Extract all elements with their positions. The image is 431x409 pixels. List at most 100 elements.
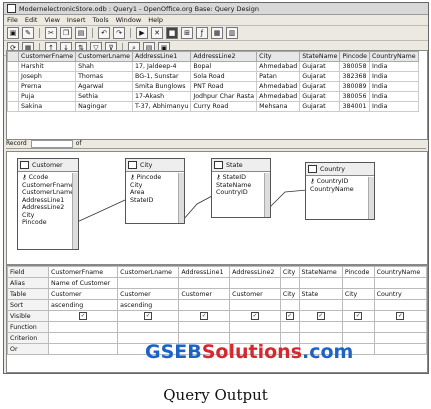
- criteria-cell[interactable]: [47, 343, 119, 355]
- table-cell[interactable]: Agarwal: [75, 81, 134, 92]
- table-country[interactable]: Country CountryIDCountryName: [305, 162, 375, 220]
- menu-insert[interactable]: Insert: [67, 16, 86, 24]
- criteria-cell[interactable]: [341, 321, 375, 333]
- table-row[interactable]: Puja Sethia 17-Akash Jodhpur Char Rasta Ahme…: [7, 91, 419, 102]
- table-field[interactable]: CountryID: [306, 178, 374, 186]
- row-selector[interactable]: [7, 101, 19, 112]
- table-cell[interactable]: Gujarat: [299, 71, 341, 82]
- copy-icon[interactable]: ❐: [60, 27, 72, 39]
- table-field[interactable]: CustomerLname: [18, 189, 78, 197]
- redo-icon[interactable]: ↷: [113, 27, 125, 39]
- visible-checkbox[interactable]: ✓: [354, 312, 363, 320]
- run-query-icon[interactable]: ▶: [136, 27, 148, 39]
- criteria-cell[interactable]: [298, 277, 343, 289]
- criteria-cell[interactable]: ascending: [117, 299, 180, 311]
- design-view-icon[interactable]: ■: [166, 27, 178, 39]
- function-icon[interactable]: ƒ: [196, 27, 208, 39]
- criteria-cell[interactable]: [47, 332, 119, 344]
- criteria-cell[interactable]: CustomerFname: [47, 266, 119, 278]
- table-cell[interactable]: Bopal: [190, 61, 258, 72]
- table-cell[interactable]: Gujarat: [299, 91, 341, 102]
- table-row[interactable]: Sakina Nagingar T-37, Abhimanyu Curry Road M…: [7, 101, 419, 112]
- table-field[interactable]: Pincode: [126, 174, 184, 182]
- criteria-cell[interactable]: Name of Customer: [47, 277, 119, 289]
- table-cell[interactable]: India: [369, 71, 419, 82]
- table-cell[interactable]: India: [369, 101, 419, 112]
- criteria-cell[interactable]: Customer: [229, 288, 281, 300]
- criteria-cell[interactable]: Customer: [47, 288, 119, 300]
- scrollbar[interactable]: [72, 173, 78, 249]
- table-city-header[interactable]: City: [126, 159, 184, 172]
- table-cell[interactable]: 380089: [339, 81, 371, 92]
- criteria-cell[interactable]: [117, 321, 180, 333]
- column-header[interactable]: Pincode: [339, 51, 371, 62]
- table-cell[interactable]: 380058: [339, 61, 371, 72]
- table-field[interactable]: AddressLine1: [18, 197, 78, 205]
- criteria-cell[interactable]: [279, 321, 300, 333]
- criteria-cell[interactable]: City: [341, 288, 375, 300]
- table-row[interactable]: Harshit Shah 17, Jaldeep-4 Bopal Ahmedabad Gu…: [7, 61, 419, 72]
- table-state-header[interactable]: State: [212, 159, 270, 172]
- table-cell[interactable]: Ahmedabad: [256, 91, 301, 102]
- table-customer[interactable]: Customer CcodeCustomerFnameCustomerLname…: [17, 158, 79, 250]
- edit-icon[interactable]: ✎: [22, 27, 34, 39]
- column-header[interactable]: City: [256, 51, 301, 62]
- visible-checkbox[interactable]: ✓: [200, 312, 209, 320]
- table-country-header[interactable]: Country: [306, 163, 374, 176]
- criteria-cell[interactable]: [341, 299, 375, 311]
- alias-icon[interactable]: ▥: [226, 27, 238, 39]
- table-cell[interactable]: 17, Jaldeep-4: [132, 61, 192, 72]
- criteria-cell[interactable]: AddressLine2: [229, 266, 281, 278]
- criteria-cell[interactable]: [373, 299, 427, 311]
- table-cell[interactable]: Thomas: [75, 71, 134, 82]
- undo-icon[interactable]: ↶: [98, 27, 110, 39]
- menu-view[interactable]: View: [44, 16, 59, 24]
- row-selector[interactable]: [7, 61, 19, 72]
- criteria-cell[interactable]: [373, 321, 427, 333]
- menu-help[interactable]: Help: [148, 16, 163, 24]
- table-cell[interactable]: 380056: [339, 91, 371, 102]
- table-cell[interactable]: 17-Akash: [132, 91, 192, 102]
- criteria-cell[interactable]: [298, 299, 343, 311]
- scrollbar[interactable]: [368, 177, 374, 219]
- table-field[interactable]: City: [18, 212, 78, 220]
- cut-icon[interactable]: ✂: [45, 27, 57, 39]
- criteria-cell[interactable]: [279, 299, 300, 311]
- criteria-cell[interactable]: CountryName: [373, 266, 427, 278]
- menu-tools[interactable]: Tools: [93, 16, 109, 24]
- criteria-cell[interactable]: [178, 277, 231, 289]
- clear-query-icon[interactable]: ✕: [151, 27, 163, 39]
- table-field[interactable]: AddressLine2: [18, 204, 78, 212]
- criteria-cell[interactable]: Pincode: [341, 266, 375, 278]
- table-state[interactable]: State StateIDStateNameCountryID: [211, 158, 271, 218]
- table-field[interactable]: StateID: [212, 174, 270, 182]
- save-icon[interactable]: ▣: [7, 27, 19, 39]
- table-field[interactable]: StateID: [126, 197, 184, 205]
- criteria-cell[interactable]: Customer: [178, 288, 231, 300]
- row-selector[interactable]: [7, 81, 19, 92]
- criteria-cell[interactable]: State: [298, 288, 343, 300]
- criteria-cell[interactable]: [117, 277, 180, 289]
- visible-checkbox[interactable]: ✓: [144, 312, 153, 320]
- table-cell[interactable]: Prerna: [17, 81, 77, 92]
- criteria-cell[interactable]: StateName: [298, 266, 343, 278]
- visible-checkbox[interactable]: ✓: [316, 312, 325, 320]
- table-cell[interactable]: Curry Road: [190, 101, 258, 112]
- criteria-cell[interactable]: ascending: [47, 299, 119, 311]
- criteria-cell[interactable]: [373, 332, 427, 344]
- table-cell[interactable]: Ahmedabad: [256, 61, 301, 72]
- column-header[interactable]: StateName: [299, 51, 341, 62]
- table-cell[interactable]: Sakina: [17, 101, 77, 112]
- table-city[interactable]: City PincodeCityAreaStateID: [125, 158, 185, 224]
- table-cell[interactable]: Harshit: [17, 61, 77, 72]
- visible-checkbox[interactable]: ✓: [285, 312, 294, 320]
- menu-edit[interactable]: Edit: [25, 16, 38, 24]
- menu-file[interactable]: File: [7, 16, 18, 24]
- table-customer-header[interactable]: Customer: [18, 159, 78, 172]
- table-field[interactable]: Area: [126, 189, 184, 197]
- criteria-cell[interactable]: [373, 277, 427, 289]
- menu-window[interactable]: Window: [116, 16, 142, 24]
- table-cell[interactable]: 382368: [339, 71, 371, 82]
- record-number-field[interactable]: [30, 139, 73, 148]
- table-cell[interactable]: Nagingar: [75, 101, 134, 112]
